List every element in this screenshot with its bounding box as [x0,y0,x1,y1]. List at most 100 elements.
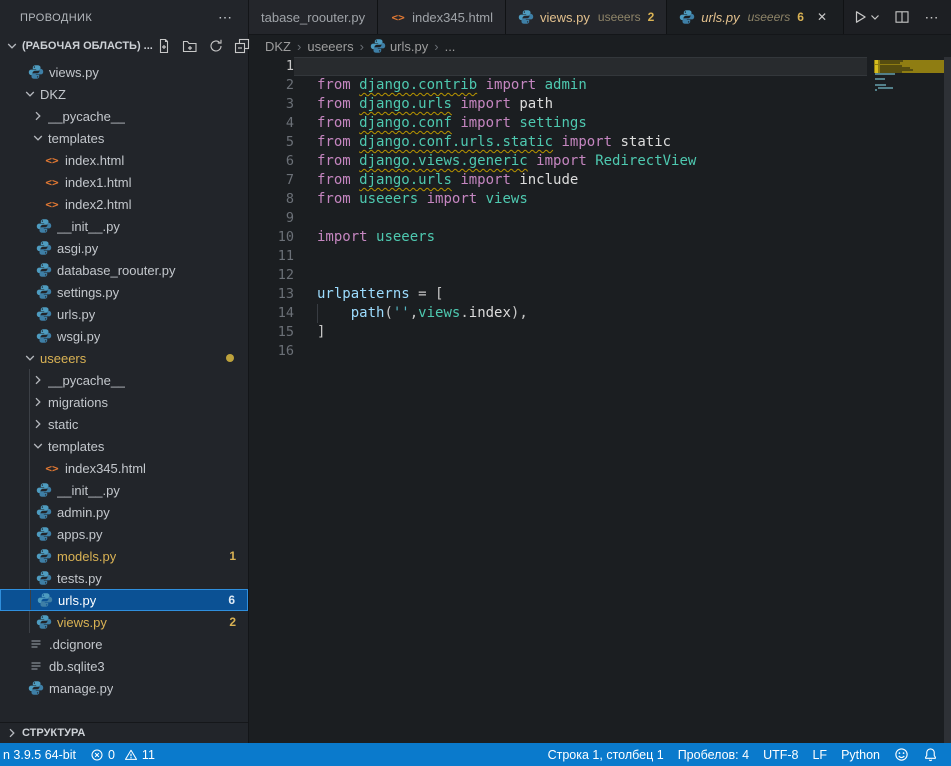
code-line-3[interactable]: 3from django.urls import path [249,95,867,114]
tree-folder-static[interactable]: static [0,413,248,435]
feedback-icon[interactable] [887,743,916,766]
tree-file-index-html[interactable]: <>index.html [0,149,248,171]
tree-file-views-py[interactable]: views.py2 [0,611,248,633]
explorer-more-icon[interactable]: ⋯ [214,7,236,29]
tree-file-index2-html[interactable]: <>index2.html [0,193,248,215]
tab-tabase-roouter-py[interactable]: tabase_roouter.py [249,0,378,34]
problems-status[interactable]: 0 11 [83,743,162,766]
line-number: 8 [249,190,294,209]
status-language-mode[interactable]: Python [834,743,887,766]
chevron-down-icon [30,130,46,146]
line-number: 16 [249,342,294,361]
tab-description: useeers [748,10,791,24]
tree-file-urls-py[interactable]: urls.py [0,303,248,325]
code-line-11[interactable]: 11 [249,247,867,266]
tree-file-models-py[interactable]: models.py1 [0,545,248,567]
split-editor-icon[interactable] [891,6,913,28]
python-file-icon [36,262,52,278]
tree-folder-migrations[interactable]: migrations [0,391,248,413]
tree-file-tests-py[interactable]: tests.py [0,567,248,589]
tree-file--dcignore[interactable]: .dcignore [0,633,248,655]
status-eol[interactable]: LF [805,743,834,766]
code-line-7[interactable]: 7from django.urls import include [249,171,867,190]
tree-file-index345-html[interactable]: <>index345.html [0,457,248,479]
tree-file-wsgi-py[interactable]: wsgi.py [0,325,248,347]
tree-folder-dkz[interactable]: DKZ [0,83,248,105]
collapse-all-icon[interactable] [231,35,253,57]
python-file-icon [36,614,52,630]
status-encoding[interactable]: UTF-8 [756,743,805,766]
tree-folder-templates[interactable]: templates [0,127,248,149]
problems-badge: 1 [229,549,236,563]
editor-more-icon[interactable]: ⋯ [921,6,943,28]
tree-file--init-py[interactable]: __init__.py [0,479,248,501]
line-number: 1 [249,57,294,76]
code-line-8[interactable]: 8from useeers import views [249,190,867,209]
tree-folder-templates[interactable]: templates [0,435,248,457]
tree-file-database-roouter-py[interactable]: database_roouter.py [0,259,248,281]
file-icon [28,636,44,652]
workspace-section-header[interactable]: (РАБОЧАЯ ОБЛАСТЬ) ... [0,35,248,57]
tree-file-admin-py[interactable]: admin.py [0,501,248,523]
code-line-15[interactable]: 15] [249,323,867,342]
code-line-1[interactable]: 1 [249,57,867,76]
code-line-13[interactable]: 13urlpatterns = [ [249,285,867,304]
minimap[interactable] [874,57,944,743]
code-line-6[interactable]: 6from django.views.generic import Redire… [249,152,867,171]
html-file-icon: <> [44,196,60,212]
status-indentation[interactable]: Пробелов: 4 [671,743,756,766]
tab-urls-py[interactable]: urls.pyuseeers6✕ [667,0,844,34]
python-file-icon [28,680,44,696]
tree-file-asgi-py[interactable]: asgi.py [0,237,248,259]
tree-folder--pycache-[interactable]: __pycache__ [0,105,248,127]
breadcrumb-item[interactable]: useeers [307,39,353,54]
tree-file-urls-py[interactable]: urls.py6 [0,589,248,611]
tab-problems-badge: 2 [648,10,655,24]
chevron-right-icon [30,108,46,124]
code-line-9[interactable]: 9 [249,209,867,228]
tree-file-views-py[interactable]: views.py [0,61,248,83]
code-area[interactable]: 12from django.contrib import admin3from … [249,57,867,361]
tree-file-settings-py[interactable]: settings.py [0,281,248,303]
tab-views-py[interactable]: views.pyuseeers2 [506,0,667,34]
code-line-10[interactable]: 10import useeers [249,228,867,247]
run-button[interactable] [849,6,871,28]
outline-label: СТРУКТУРА [22,727,85,739]
html-file-icon: <> [390,9,406,25]
breadcrumb-item[interactable]: ... [445,39,456,54]
new-folder-icon[interactable] [179,35,201,57]
problems-badge: 2 [229,615,236,629]
tree-file-db-sqlite3[interactable]: db.sqlite3 [0,655,248,677]
code-line-4[interactable]: 4from django.conf import settings [249,114,867,133]
new-file-icon[interactable] [153,35,175,57]
tree-folder--pycache-[interactable]: __pycache__ [0,369,248,391]
code-line-12[interactable]: 12 [249,266,867,285]
python-file-icon [36,218,52,234]
tab-index345-html[interactable]: <>index345.html [378,0,506,34]
editor[interactable]: 12from django.contrib import admin3from … [249,57,951,743]
html-file-icon: <> [44,460,60,476]
python-interpreter-status[interactable]: n 3.9.5 64-bit [0,743,83,766]
line-number: 7 [249,171,294,190]
run-dropdown-icon[interactable] [869,6,881,28]
code-line-5[interactable]: 5from django.conf.urls.static import sta… [249,133,867,152]
outline-section-header[interactable]: СТРУКТУРА [0,722,248,743]
code-line-16[interactable]: 16 [249,342,867,361]
tree-file-manage-py[interactable]: manage.py [0,677,248,699]
tree-folder-useeers[interactable]: useeers [0,347,248,369]
breadcrumb-item[interactable]: DKZ [265,39,291,54]
refresh-icon[interactable] [205,35,227,57]
tree-file-index1-html[interactable]: <>index1.html [0,171,248,193]
tree-file--init-py[interactable]: __init__.py [0,215,248,237]
status-bar: n 3.9.5 64-bit 0 11 Строка 1, столбец 1П… [0,743,951,766]
close-icon[interactable]: ✕ [813,8,831,26]
overview-ruler[interactable] [944,57,951,743]
code-line-2[interactable]: 2from django.contrib import admin [249,76,867,95]
status-cursor-position[interactable]: Строка 1, столбец 1 [541,743,671,766]
tree-file-apps-py[interactable]: apps.py [0,523,248,545]
notifications-bell-icon[interactable] [916,743,945,766]
breadcrumb-item[interactable]: urls.py [370,38,428,54]
python-file-icon [370,38,386,54]
code-line-14[interactable]: 14 path('',views.index), [249,304,867,323]
breadcrumb-separator: › [434,39,438,54]
